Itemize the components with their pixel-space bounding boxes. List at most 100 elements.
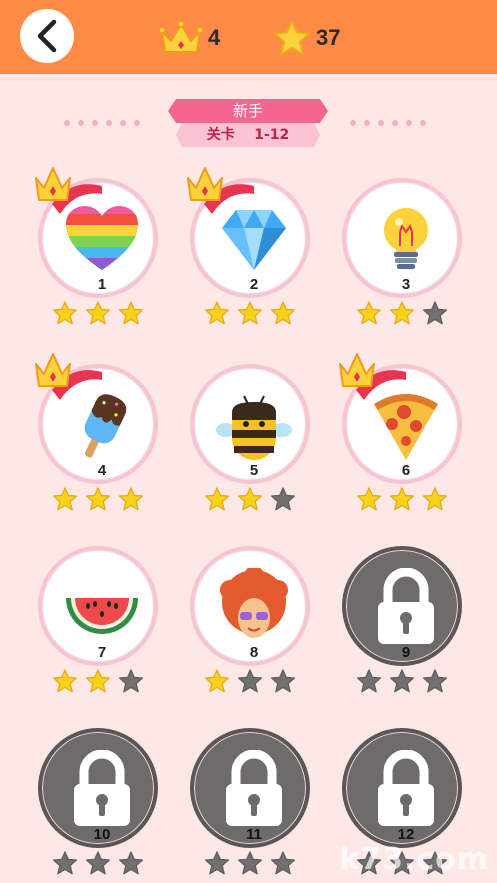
level-number: 5 [249,462,259,479]
padlock-icon [62,749,142,830]
star-icon [273,20,311,56]
level-number: 12 [397,826,415,843]
level-range-value: 1-12 [254,127,290,143]
level-disc: 11 [190,728,310,848]
star-earned-icon [85,486,111,514]
star-earned-icon [237,486,263,514]
star-earned-icon [270,300,296,328]
level-stars [52,850,144,878]
difficulty-banner: 新手 关卡 1-12 [168,99,328,147]
star-empty-icon [270,850,296,878]
star-empty-icon [85,850,111,878]
level-number: 1 [97,276,107,293]
star-earned-icon [118,486,144,514]
star-empty-icon [422,300,448,328]
level-stars [356,668,448,696]
star-earned-icon [85,668,111,696]
star-empty-icon [118,668,144,696]
star-counter: 37 [272,18,340,58]
star-empty-icon [356,668,382,696]
bee-icon [214,386,294,466]
lightbulb-icon [366,200,446,280]
star-empty-icon [422,668,448,696]
crown-counter: 4 [158,18,220,58]
star-earned-icon [389,486,415,514]
level-number: 11 [246,826,262,843]
level-1-button[interactable]: 1 [35,167,158,328]
level-number: 3 [401,276,411,293]
crown-count: 4 [208,25,221,50]
padlock-icon [366,749,446,830]
level-stars [52,300,144,328]
watermark: k73.com [339,842,489,877]
star-count: 37 [316,25,341,50]
level-stars [204,850,296,878]
level-10-button: 10 [38,728,158,878]
star-earned-icon [204,486,230,514]
level-stars [356,300,448,328]
star-empty-icon [118,850,144,878]
level-disc: 12 [342,728,462,848]
level-4-button[interactable]: 4 [35,353,158,514]
star-earned-icon [52,486,78,514]
level-5-button[interactable]: 5 [190,364,310,514]
star-empty-icon [52,850,78,878]
level-number: 9 [401,644,411,661]
level-number: 8 [249,644,259,661]
level-disc: 10 [38,728,158,848]
star-earned-icon [237,300,263,328]
star-empty-icon [270,668,296,696]
star-earned-icon [52,668,78,696]
crown-badge-icon [336,350,406,406]
star-earned-icon [389,300,415,328]
banner-dots-left [64,120,140,126]
level-11-button: 11 [190,728,310,878]
star-empty-icon [204,850,230,878]
level-number: 4 [97,462,107,479]
chevron-left-icon [37,19,57,53]
level-3-button[interactable]: 3 [342,178,462,328]
afro-face-icon [214,566,294,648]
star-earned-icon [356,486,382,514]
level-9-button: 9 [342,546,462,696]
level-7-button[interactable]: 7 [38,546,158,696]
level-disc: 9 [342,546,462,666]
level-2-button[interactable]: 2 [187,167,310,328]
star-earned-icon [422,486,448,514]
level-stars [356,486,448,514]
level-stars [52,668,144,696]
star-earned-icon [85,300,111,328]
difficulty-label: 新手 [232,102,263,120]
padlock-icon [214,749,294,830]
level-disc: 7 [38,546,158,666]
level-number: 6 [401,462,411,479]
crown-badge-icon [32,164,102,220]
level-range: 关卡 1-12 [168,123,328,147]
star-empty-icon [270,486,296,514]
star-empty-icon [237,668,263,696]
watermelon-slice-icon [62,568,142,648]
padlock-icon [366,567,446,648]
level-stars [204,300,296,328]
level-range-label: 关卡 [206,127,235,143]
level-stars [52,486,144,514]
banner-dots-right [350,120,426,126]
level-6-button[interactable]: 6 [339,353,462,514]
level-number: 2 [249,276,259,293]
star-earned-icon [204,668,230,696]
level-number: 10 [93,826,111,843]
level-stars [204,668,296,696]
star-earned-icon [356,300,382,328]
crown-badge-icon [184,164,254,220]
level-disc: 5 [190,364,310,484]
crown-badge-icon [32,350,102,406]
level-disc: 3 [342,178,462,298]
level-8-button[interactable]: 8 [190,546,310,696]
star-empty-icon [389,668,415,696]
level-disc: 8 [190,546,310,666]
level-stars [204,486,296,514]
star-earned-icon [118,300,144,328]
top-bar: 4 37 [0,0,497,74]
crown-icon [158,20,204,53]
back-button[interactable] [20,9,74,63]
